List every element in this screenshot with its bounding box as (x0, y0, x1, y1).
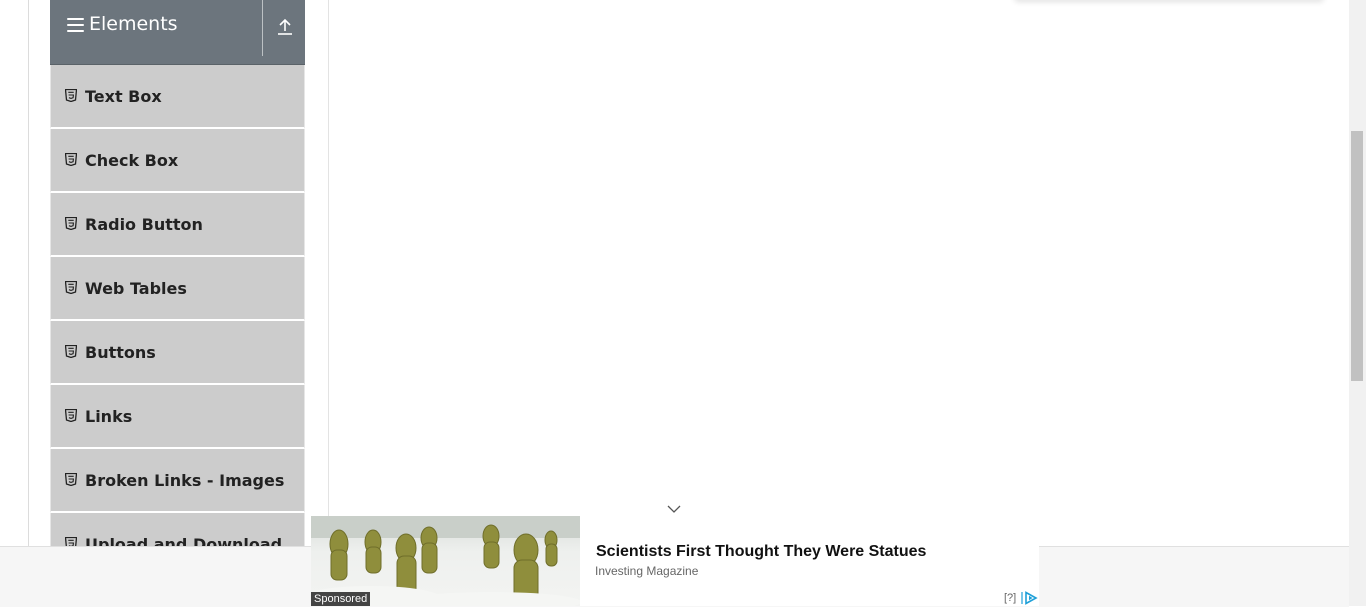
html5-icon (65, 217, 77, 230)
sidebar: Elements Text Box Check Box Radio Button… (50, 0, 305, 577)
sidebar-item-label: Broken Links - Images (85, 471, 285, 490)
html5-icon (65, 409, 77, 422)
ad-help-link[interactable]: [?] (1004, 592, 1016, 605)
sidebar-item-label: Buttons (85, 343, 156, 362)
sidebar-item-radio-button[interactable]: Radio Button (50, 193, 305, 257)
elements-group-header[interactable]: Elements (50, 0, 305, 65)
sidebar-item-label: Text Box (85, 87, 162, 106)
sidebar-item-links[interactable]: Links (50, 385, 305, 449)
sidebar-item-broken-links-images[interactable]: Broken Links - Images (50, 449, 305, 513)
html5-icon (65, 153, 77, 166)
html5-icon (65, 473, 77, 486)
html5-icon (65, 281, 77, 294)
ad-headline[interactable]: Scientists First Thought They Were Statu… (596, 542, 926, 561)
sidebar-item-check-box[interactable]: Check Box (50, 129, 305, 193)
sidebar-item-label: Radio Button (85, 215, 203, 234)
sidebar-item-text-box[interactable]: Text Box (50, 65, 305, 129)
hamburger-menu-icon (67, 18, 84, 32)
sidebar-item-label: Web Tables (85, 279, 187, 298)
adchoices-icon[interactable] (1021, 591, 1039, 605)
page-scrollbar[interactable] (1349, 0, 1366, 606)
sponsored-ad[interactable]: Sponsored Scientists First Thought They … (311, 516, 1039, 606)
html5-icon (65, 89, 77, 102)
html5-icon (65, 345, 77, 358)
sidebar-item-label: Check Box (85, 151, 179, 170)
sponsored-label: Sponsored (311, 592, 371, 606)
ad-image[interactable]: Sponsored (311, 516, 580, 606)
upload-arrow-icon (278, 18, 292, 35)
scrollbar-thumb[interactable] (1351, 131, 1363, 381)
sidebar-item-buttons[interactable]: Buttons (50, 321, 305, 385)
chevron-down-icon[interactable] (666, 503, 682, 515)
ad-source[interactable]: Investing Magazine (595, 564, 698, 578)
page-left-border (28, 0, 29, 606)
sidebar-item-label: Links (85, 407, 133, 426)
group-title: Elements (89, 13, 178, 35)
collapse-group-button[interactable] (263, 0, 305, 56)
sidebar-item-web-tables[interactable]: Web Tables (50, 257, 305, 321)
